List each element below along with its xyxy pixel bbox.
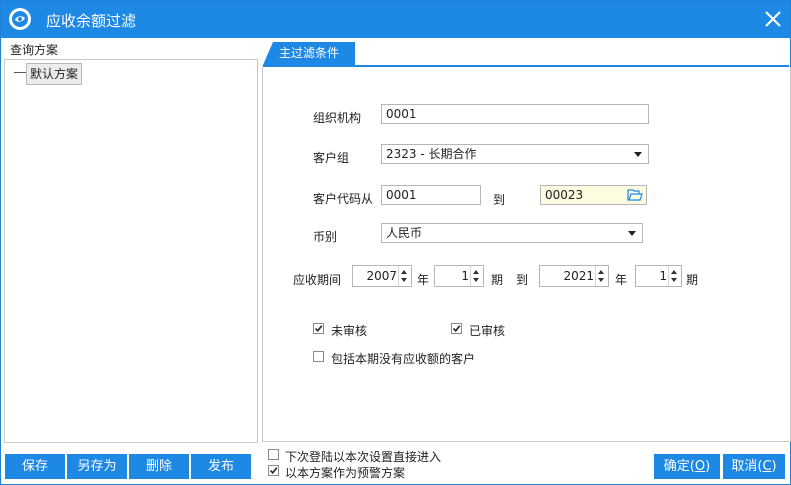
period-label: 应收期间 (293, 273, 342, 287)
publish-button[interactable]: 发布 (191, 454, 251, 479)
checkmark-icon (452, 325, 461, 333)
warning-scheme-checkbox[interactable] (268, 465, 279, 476)
checkmark-icon (269, 467, 278, 475)
include-zero-checkbox[interactable] (313, 351, 324, 362)
save-button[interactable]: 保存 (5, 454, 65, 479)
next-login-label: 下次登陆以本次设置直接进入 (285, 450, 442, 464)
period-to-label: 到 (516, 273, 529, 287)
stepper-arrows[interactable] (398, 266, 411, 286)
customer-group-value: 2323 - 长期合作 (386, 147, 477, 161)
end-period-value: 1 (659, 269, 667, 283)
cancel-button-end: ) (771, 459, 777, 474)
stepper-arrows[interactable] (595, 266, 608, 286)
chevron-down-icon[interactable] (634, 152, 642, 157)
warning-scheme-label: 以本方案作为预警方案 (285, 466, 406, 480)
cancel-button-key: C (762, 459, 772, 474)
arrow-up-icon[interactable] (473, 270, 479, 274)
folder-open-icon[interactable] (627, 188, 643, 202)
window-title: 应收余额过滤 (46, 12, 137, 30)
arrow-down-icon[interactable] (401, 278, 407, 282)
currency-label: 币别 (313, 230, 338, 244)
include-zero-label: 包括本期没有应收额的客户 (331, 352, 476, 366)
query-scheme-label: 查询方案 (10, 43, 59, 57)
tree-connector (14, 72, 26, 73)
customer-code-to-input[interactable]: 00023 (540, 185, 647, 205)
app-logo-icon (9, 8, 31, 30)
org-input[interactable]: 0001 (381, 104, 649, 124)
stepper-arrows[interactable] (470, 266, 483, 286)
arrow-up-icon[interactable] (598, 270, 604, 274)
next-login-checkbox[interactable] (268, 449, 279, 460)
arrow-up-icon[interactable] (671, 270, 677, 274)
ok-button-text: 确定( (663, 459, 695, 474)
year-label-end: 年 (615, 273, 628, 287)
ok-button-key: O (694, 459, 706, 474)
tab-main-filter[interactable]: 主过滤条件 (263, 42, 355, 65)
save-as-button[interactable]: 另存为 (67, 454, 127, 479)
cancel-button-text: 取消( (731, 459, 763, 474)
org-label: 组织机构 (313, 111, 362, 125)
year-label-start: 年 (417, 273, 430, 287)
customer-group-label: 客户组 (313, 151, 350, 165)
stepper-arrows[interactable] (668, 266, 681, 286)
end-period-stepper[interactable]: 1 (635, 265, 682, 287)
unaudited-label: 未审核 (331, 324, 368, 338)
start-year-value: 2007 (366, 269, 397, 283)
customer-group-select[interactable]: 2323 - 长期合作 (381, 144, 649, 164)
close-icon[interactable] (761, 7, 785, 31)
chevron-down-icon[interactable] (628, 231, 636, 236)
delete-button[interactable]: 删除 (129, 454, 189, 479)
currency-select[interactable]: 人民币 (381, 223, 643, 243)
customer-code-from-input[interactable]: 0001 (381, 185, 481, 205)
audited-label: 已审核 (469, 324, 506, 338)
tree-item-default-scheme[interactable]: 默认方案 (26, 63, 83, 85)
period-unit-start: 期 (491, 273, 504, 287)
arrow-down-icon[interactable] (671, 278, 677, 282)
start-period-value: 1 (461, 269, 469, 283)
ok-button-end: ) (705, 459, 711, 474)
customer-code-from-label: 客户代码从 (313, 192, 374, 206)
period-unit-end: 期 (686, 273, 699, 287)
start-year-stepper[interactable]: 2007 (352, 265, 412, 287)
end-year-stepper[interactable]: 2021 (539, 265, 609, 287)
end-year-value: 2021 (563, 269, 594, 283)
title-bar: 应收余额过滤 (1, 1, 790, 38)
unaudited-checkbox[interactable] (313, 323, 324, 334)
dialog-window: 应收余额过滤 查询方案 默认方案 主过滤条件 组织机构 0001 客户组 232… (0, 0, 791, 485)
scheme-tree-panel: 默认方案 (4, 59, 258, 443)
currency-value: 人民币 (386, 226, 423, 240)
customer-code-to-label: 到 (493, 193, 506, 207)
checkmark-icon (314, 325, 323, 333)
start-period-stepper[interactable]: 1 (434, 265, 484, 287)
cancel-button[interactable]: 取消(C) (723, 454, 785, 479)
audited-checkbox[interactable] (451, 323, 462, 334)
ok-button[interactable]: 确定(O) (654, 454, 720, 479)
arrow-down-icon[interactable] (598, 278, 604, 282)
customer-code-to-value: 00023 (545, 188, 584, 202)
arrow-down-icon[interactable] (473, 278, 479, 282)
arrow-up-icon[interactable] (401, 270, 407, 274)
